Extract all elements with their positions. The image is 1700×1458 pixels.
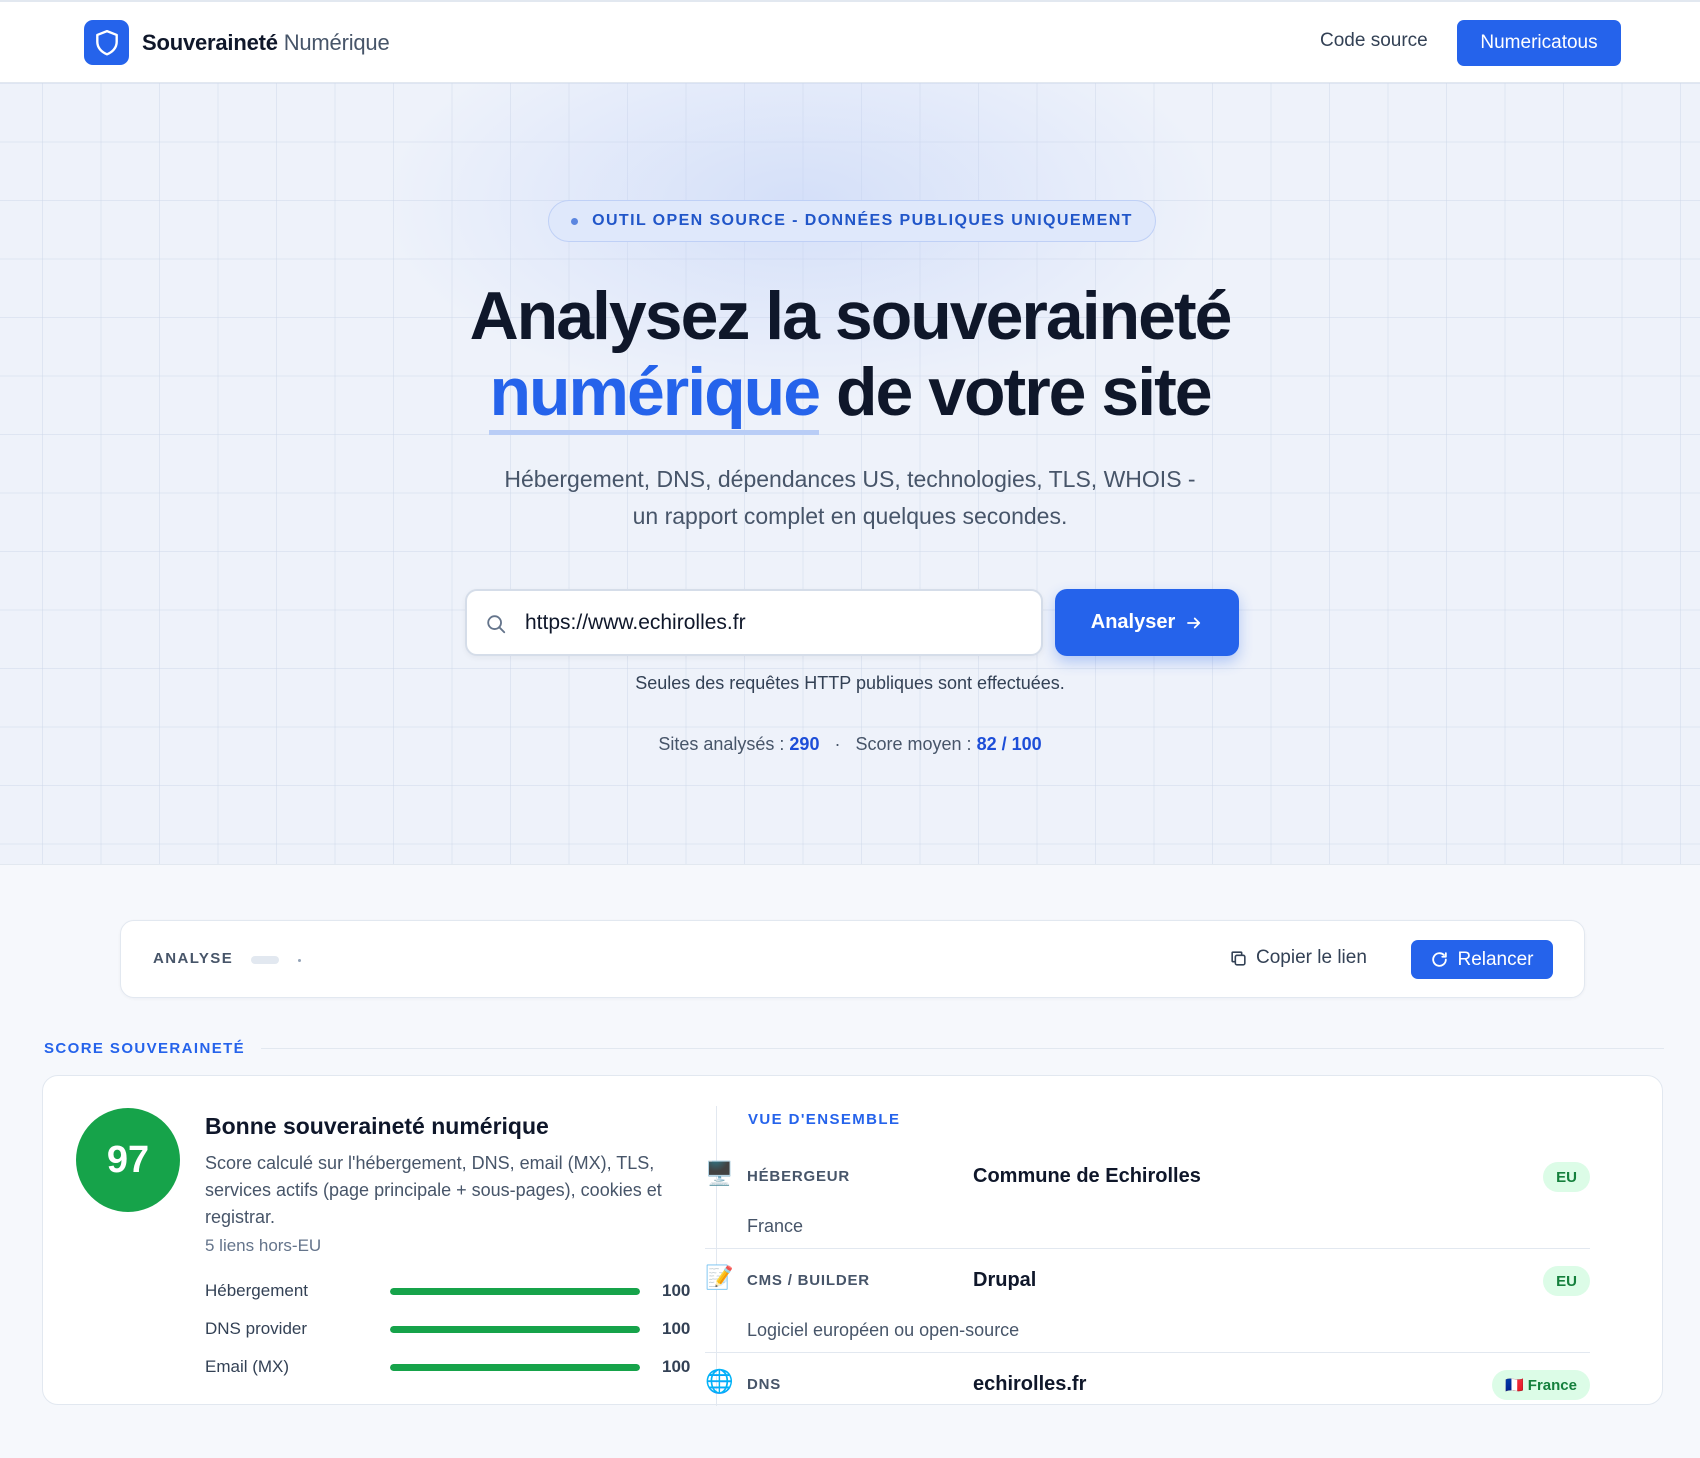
hero-section: OUTIL OPEN SOURCE - DONNÉES PUBLIQUES UN… [0,83,1700,865]
code-source-link[interactable]: Code source [1320,30,1428,52]
copy-icon [1231,950,1246,966]
card-divider [716,1106,717,1406]
score-bar-fill [390,1363,640,1371]
region-badge: EU [1543,1162,1590,1192]
section-divider [261,1048,1664,1049]
overview-value: Drupal [973,1269,1037,1291]
hero-subtitle-line1: Hébergement, DNS, dépendances US, techno… [504,466,1196,492]
open-source-pill: OUTIL OPEN SOURCE - DONNÉES PUBLIQUES UN… [548,200,1156,242]
score-title: Bonne souveraineté numérique [205,1113,549,1139]
relancer-button[interactable]: Relancer [1411,940,1553,979]
overview-row: 🖥️ HÉBERGEUR Commune de Echirolles France EU [705,1160,1590,1250]
analyse-label: ANALYSE [153,950,234,967]
overview-row: 📝 CMS / BUILDER Drupal Logiciel européen ou… [705,1264,1590,1354]
score-bar-label: Email (MX) [205,1357,290,1376]
url-search-input[interactable]: https://www.echirolles.fr [465,589,1043,656]
sites-analyses-label: Sites analysés : [658,734,785,754]
placeholder-dot [298,959,301,962]
copy-link-label: Copier le lien [1256,947,1367,968]
globe-icon: 🌐 [705,1368,734,1394]
score-bar-row: Email (MX) 100 [205,1348,705,1386]
score-bar-fill [390,1325,640,1333]
overview-value: Commune de Echirolles [973,1165,1201,1187]
score-bar-track [390,1363,640,1371]
sites-analyses-value: 290 [789,734,820,754]
region-badge: 🇫🇷 France [1491,1370,1590,1400]
score-bar-track [390,1325,640,1333]
hero-subtitle-line2: un rapport complet en quelques secondes. [632,503,1068,529]
score-bar-track [390,1287,640,1295]
overview-key: CMS / BUILDER [747,1272,870,1289]
brand-name-strong: Souveraineté [142,29,278,55]
analyse-toolbar: ANALYSE Copier le lien Relancer [120,920,1585,998]
score-moyen-value: 82 / 100 [976,734,1042,754]
analyser-button[interactable]: Analyser [1055,589,1239,656]
loading-placeholder [251,956,279,964]
score-bar-value: 100 [662,1281,691,1300]
overview-subtext: Logiciel européen ou open-source [747,1320,1020,1340]
hero-title-accent: numérique [489,354,821,435]
score-circle: 97 [76,1108,180,1212]
search-icon [485,613,507,640]
overview-label: VUE D'ENSEMBLE [748,1111,901,1128]
hero-subtitle: Hébergement, DNS, dépendances US, techno… [450,461,1250,535]
pill-dot-icon [571,217,579,225]
score-description: Score calculé sur l'hébergement, DNS, em… [205,1153,662,1227]
copy-link-button[interactable]: Copier le lien [1229,947,1367,969]
score-bar-value: 100 [662,1319,691,1338]
analyser-button-label: Analyser [1090,611,1176,633]
hero-title-rest: de votre site [835,354,1213,430]
brand[interactable]: Souveraineté Numérique [84,20,390,65]
relancer-label: Relancer [1457,948,1534,970]
top-navigation-bar: Souveraineté Numérique Code source Numer… [0,0,1700,83]
hero-title: Analysez la souveraineté numérique de vo… [0,278,1700,435]
score-bar-label: Hébergement [205,1281,309,1300]
hors-eu-links[interactable]: 5 liens hors-EU [205,1236,321,1256]
arrow-right-icon [1187,617,1201,628]
score-bar-value: 100 [662,1357,691,1376]
score-bar-fill [390,1287,640,1295]
url-input-value[interactable]: https://www.echirolles.fr [525,611,746,635]
score-bar-row: DNS provider 100 [205,1310,705,1348]
score-section-label: SCORE SOUVERAINETÉ [44,1040,246,1057]
pill-text: OUTIL OPEN SOURCE - DONNÉES PUBLIQUES UN… [592,212,1133,229]
privacy-note: Seules des requêtes HTTP publiques sont … [635,673,1065,693]
overview-key: HÉBERGEUR [747,1168,851,1185]
numericatous-button[interactable]: Numericatous [1457,20,1621,66]
score-bar-label: DNS provider [205,1319,308,1338]
desktop-computer-icon: 🖥️ [705,1160,734,1186]
hero-title-line1: Analysez la souveraineté [469,278,1233,354]
brand-name-light: Numérique [283,29,390,55]
score-bar-row: Hébergement 100 [205,1272,705,1310]
shield-logo-icon [84,20,129,65]
overview-row: 🌐 DNS echirolles.fr 🇫🇷 France [705,1368,1590,1458]
region-badge: EU [1543,1266,1590,1296]
refresh-icon [1432,952,1448,967]
stats-line: Sites analysés : 290 · Score moyen : 82 … [0,734,1700,755]
stats-separator: · [834,734,841,754]
overview-separator [705,1352,1590,1353]
overview-separator [705,1248,1590,1249]
memo-icon: 📝 [705,1264,734,1290]
score-moyen-label: Score moyen : [855,734,972,754]
overview-subtext: France [747,1216,804,1236]
score-breakdown-bars: Hébergement 100 DNS provider 100 Email (MX) 1… [205,1272,705,1386]
score-section-header: SCORE SOUVERAINETÉ [44,1040,1664,1057]
brand-name: Souveraineté Numérique [142,30,390,56]
